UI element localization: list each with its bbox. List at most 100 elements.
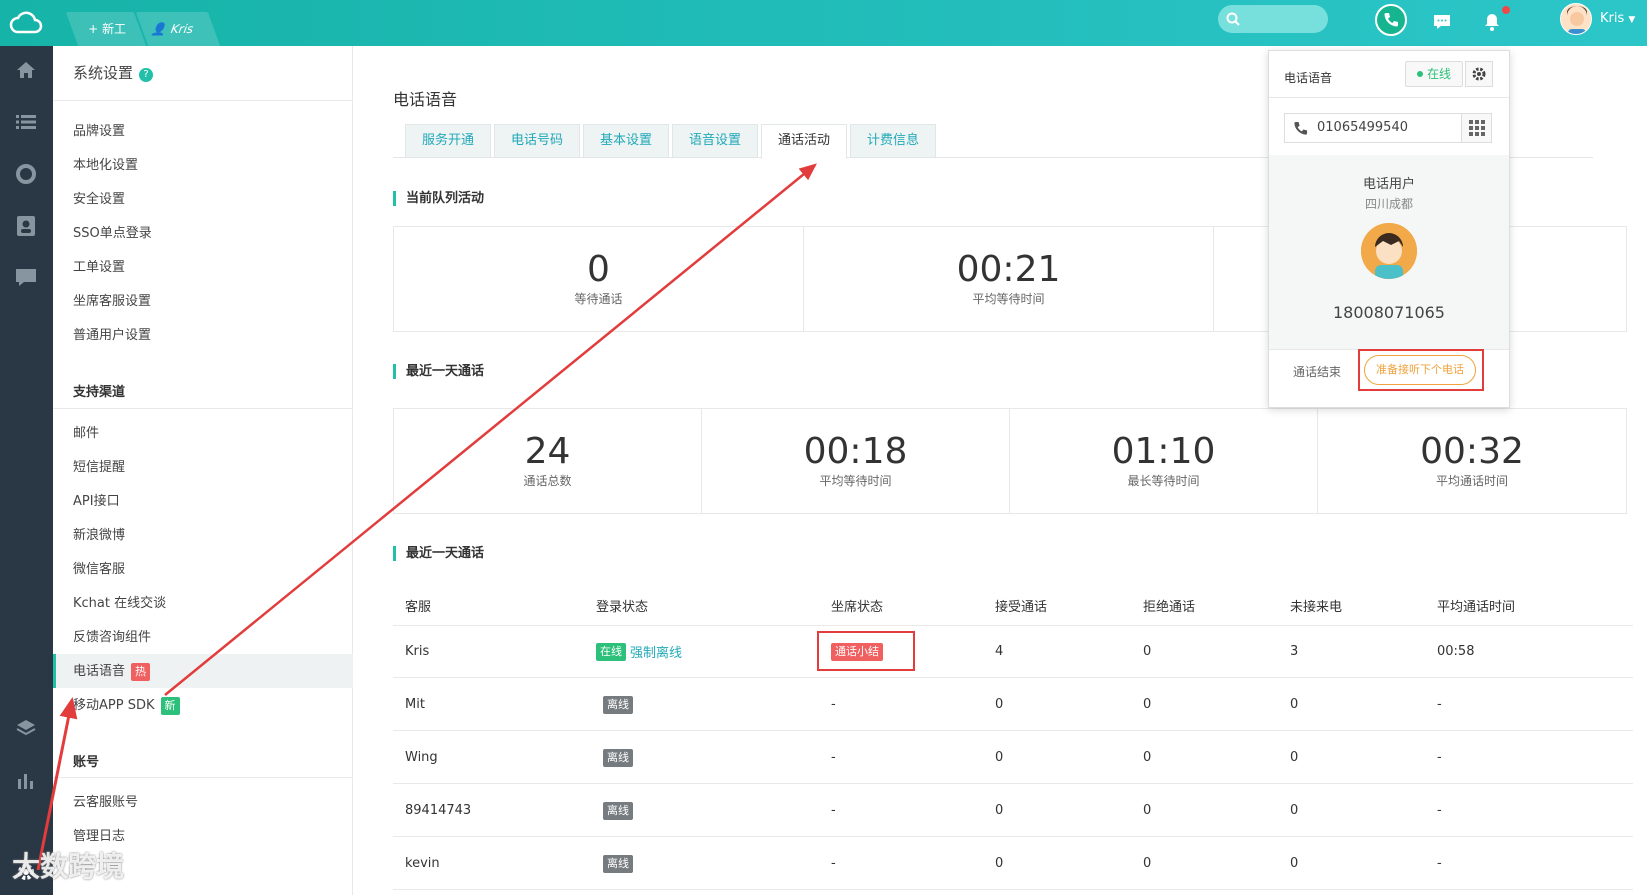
sidebar-item-cloud-account[interactable]: 云客服账号 bbox=[73, 794, 138, 812]
sidebar-item-wechat[interactable]: 微信客服 bbox=[73, 561, 125, 579]
phone-outgoing-icon bbox=[1294, 121, 1308, 135]
user-tab-button[interactable]: 👤 Kris bbox=[135, 12, 221, 46]
header-rejected: 拒绝通话 bbox=[1143, 600, 1196, 615]
status-label: 在线 bbox=[1426, 67, 1451, 81]
caller-card: 电话用户 四川成都 18008071065 bbox=[1269, 155, 1509, 349]
sidebar-item-email[interactable]: 邮件 bbox=[73, 425, 99, 443]
cell-agent: kevin bbox=[405, 856, 440, 871]
help-icon[interactable]: ? bbox=[139, 68, 154, 82]
sidebar-item-ticket[interactable]: 工单设置 bbox=[73, 259, 125, 277]
cell-accepted: 4 bbox=[995, 644, 1004, 659]
sidebar-item-phone[interactable]: 电话语音热 bbox=[73, 663, 151, 681]
status-badge: 离线 bbox=[603, 695, 633, 714]
cell-rejected: 0 bbox=[1143, 856, 1152, 871]
cell-rejected: 0 bbox=[1143, 803, 1152, 818]
sidebar-item-agent[interactable]: 坐席客服设置 bbox=[73, 293, 151, 311]
stat-waiting: 0 等待通话 bbox=[394, 227, 804, 331]
new-ticket-button[interactable]: + 新工单 bbox=[65, 12, 147, 70]
cell-missed: 0 bbox=[1290, 803, 1299, 818]
cell-agent: Mit bbox=[405, 697, 425, 712]
stat-value: 00:18 bbox=[803, 431, 908, 472]
dial-number: 01065499540 bbox=[1317, 120, 1408, 135]
stat-max-wait: 01:10 最长等待时间 bbox=[1010, 409, 1318, 513]
stat-value: 00:32 bbox=[1420, 431, 1524, 472]
cell-missed: 0 bbox=[1290, 697, 1299, 712]
lifebuoy-icon[interactable] bbox=[12, 160, 40, 188]
header-missed: 未接来电 bbox=[1290, 600, 1343, 615]
stat-value: 00:21 bbox=[956, 249, 1061, 290]
cell-seat: - bbox=[831, 856, 836, 871]
cell-agent: Kris bbox=[405, 644, 430, 659]
message-icon[interactable] bbox=[12, 264, 40, 292]
home-icon[interactable] bbox=[12, 56, 40, 84]
status-badge: 离线 bbox=[603, 854, 633, 873]
dial-number-input[interactable]: 01065499540 bbox=[1284, 113, 1492, 143]
caller-phone: 18008071065 bbox=[1333, 303, 1445, 322]
new-badge: 新 bbox=[160, 697, 180, 715]
bar-chart-icon[interactable] bbox=[12, 766, 40, 794]
contact-card-icon[interactable] bbox=[12, 212, 40, 240]
search-input[interactable] bbox=[1218, 5, 1328, 33]
username-label: Kris bbox=[1600, 11, 1625, 26]
notification-dot bbox=[1502, 6, 1510, 14]
sidebar-item-api[interactable]: API接口 bbox=[73, 493, 120, 511]
cell-avg: - bbox=[1437, 856, 1442, 871]
sidebar-item-sdk[interactable]: 移动APP SDK 新 bbox=[73, 697, 180, 715]
stat-avg-wait: 00:18 平均等待时间 bbox=[702, 409, 1010, 513]
table-row: kevin 离线 - 0 0 0 - bbox=[393, 838, 1633, 890]
cell-missed: 0 bbox=[1290, 856, 1299, 871]
header-avg: 平均通话时间 bbox=[1437, 600, 1516, 615]
sidebar-item-brand[interactable]: 品牌设置 bbox=[73, 123, 125, 141]
tab-activity[interactable]: 通话活动 bbox=[761, 124, 847, 159]
username-menu[interactable]: Kris ▼ bbox=[1600, 11, 1635, 26]
sidebar-item-users[interactable]: 普通用户设置 bbox=[73, 327, 151, 345]
chat-icon[interactable] bbox=[1428, 8, 1456, 36]
sidebar-item-label: 移动APP SDK bbox=[73, 698, 155, 713]
status-toggle[interactable]: 在线 bbox=[1405, 61, 1463, 87]
stat-label: 等待通话 bbox=[574, 292, 623, 306]
header-seat: 坐席状态 bbox=[831, 600, 884, 615]
sidebar-item-security[interactable]: 安全设置 bbox=[73, 191, 125, 209]
online-dot-icon bbox=[1416, 71, 1423, 77]
keypad-icon[interactable] bbox=[1461, 114, 1491, 142]
avatar[interactable] bbox=[1560, 3, 1592, 35]
caller-name: 电话用户 bbox=[1362, 177, 1415, 192]
cell-rejected: 0 bbox=[1143, 644, 1152, 659]
sidebar-item-localization[interactable]: 本地化设置 bbox=[73, 157, 138, 175]
phone-icon[interactable] bbox=[1375, 4, 1407, 36]
sidebar-item-admin-log[interactable]: 管理日志 bbox=[73, 828, 125, 846]
tab-numbers[interactable]: 电话号码 bbox=[494, 124, 580, 158]
cell-accepted: 0 bbox=[995, 803, 1004, 818]
list-icon[interactable] bbox=[12, 108, 40, 136]
tab-basic[interactable]: 基本设置 bbox=[583, 124, 669, 158]
sidebar-item-label: 电话语音 bbox=[73, 664, 126, 679]
cell-rejected: 0 bbox=[1143, 750, 1152, 765]
sidebar-item-sms[interactable]: 短信提醒 bbox=[73, 459, 125, 477]
tab-service[interactable]: 服务开通 bbox=[405, 124, 491, 158]
highlight-box bbox=[1358, 349, 1484, 391]
tab-billing[interactable]: 计费信息 bbox=[850, 124, 936, 158]
stat-label: 平均通话时间 bbox=[1435, 474, 1508, 488]
cell-accepted: 0 bbox=[995, 750, 1004, 765]
stat-label: 最长等待时间 bbox=[1127, 474, 1200, 488]
section-title-queue: 当前队列活动 bbox=[393, 191, 484, 206]
stat-label: 平均等待时间 bbox=[972, 292, 1045, 306]
table-row: Kris 在线 强制离线 通话小结 4 0 3 00:58 bbox=[393, 626, 1633, 678]
tab-voice[interactable]: 语音设置 bbox=[672, 124, 758, 158]
caller-avatar bbox=[1361, 223, 1417, 279]
layers-icon[interactable] bbox=[12, 714, 40, 742]
sidebar-group-account: 账号 bbox=[73, 755, 100, 770]
stat-value: 01:10 bbox=[1111, 431, 1216, 472]
caller-location: 四川成都 bbox=[1364, 197, 1413, 211]
highlight-box bbox=[817, 631, 915, 671]
force-offline-link[interactable]: 强制离线 bbox=[630, 642, 682, 661]
sidebar-item-weibo[interactable]: 新浪微博 bbox=[73, 527, 125, 545]
sidebar-item-kchat[interactable]: Kchat 在线交谈 bbox=[73, 595, 166, 613]
cloud-logo-icon[interactable] bbox=[0, 0, 52, 46]
stat-avg-talk: 00:32 平均通话时间 bbox=[1318, 409, 1626, 513]
cell-login: 离线 bbox=[603, 732, 633, 783]
settings-button[interactable] bbox=[1465, 61, 1493, 87]
table-row: Mit 离线 - 0 0 0 - bbox=[393, 679, 1633, 731]
sidebar-item-sso[interactable]: SSO单点登录 bbox=[73, 225, 152, 243]
sidebar-item-feedback[interactable]: 反馈咨询组件 bbox=[73, 629, 151, 647]
